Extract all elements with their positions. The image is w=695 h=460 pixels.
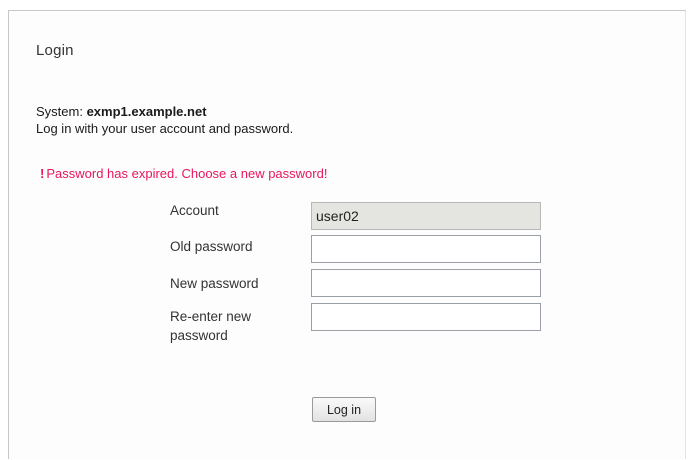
reenter-label-line1: Re-enter new: [170, 309, 252, 324]
new-password-field[interactable]: [311, 269, 541, 297]
page-title: Login: [36, 42, 74, 59]
old-password-label: Old password: [170, 239, 253, 254]
old-password-field[interactable]: [311, 235, 541, 263]
error-text: Password has expired. Choose a new passw…: [46, 166, 328, 181]
reenter-password-field[interactable]: [311, 303, 541, 331]
intro-text: Log in with your user account and passwo…: [36, 121, 294, 136]
system-name: exmp1.example.net: [86, 104, 207, 119]
error-message: ! Password has expired. Choose a new pass…: [40, 166, 327, 181]
system-info: System: exmp1.example.net: [36, 104, 207, 119]
account-field[interactable]: [311, 202, 541, 230]
login-button[interactable]: Log in: [312, 397, 376, 422]
reenter-label-line2: password: [170, 328, 228, 343]
new-password-label: New password: [170, 276, 259, 291]
warning-icon: !: [40, 166, 45, 181]
system-prefix: System:: [36, 104, 87, 119]
account-label: Account: [170, 203, 219, 218]
reenter-password-label: Re-enter new password: [170, 307, 251, 345]
